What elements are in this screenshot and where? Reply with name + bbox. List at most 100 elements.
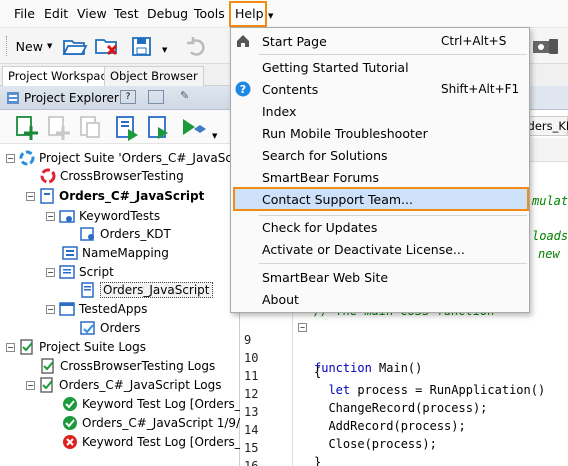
crossbrowser-icon	[40, 168, 56, 184]
tree-label: Orders_C#_JavaScript	[59, 189, 205, 203]
project-explorer-panel: Project Explorer ? ✎ ▼ − Project Suite '…	[0, 86, 271, 466]
toolbar-grip	[6, 36, 9, 56]
menu-item-about[interactable]: About	[231, 288, 529, 310]
window-icon[interactable]	[148, 90, 164, 104]
run-item-icon[interactable]	[146, 115, 172, 141]
tree-node-orders[interactable]: Orders	[80, 318, 140, 338]
fold-icon[interactable]: −	[298, 323, 307, 332]
menu-item-start-page[interactable]: Start Page Ctrl+Alt+S	[231, 30, 529, 52]
collapse-icon[interactable]: −	[6, 153, 15, 163]
add-project-icon[interactable]	[14, 115, 40, 141]
project-explorer-toolbar: ▼	[0, 110, 240, 144]
tree-node-testedapps[interactable]: − TestedApps	[46, 299, 147, 319]
tree-label: NameMapping	[82, 246, 169, 260]
menu-item-label: Run Mobile Troubleshooter	[262, 125, 428, 141]
chevron-down-icon: ▼	[268, 12, 274, 20]
menu-item-forums[interactable]: SmartBear Forums	[231, 166, 529, 188]
tree-node-keywordtests[interactable]: − KeywordTests	[46, 206, 160, 226]
collapse-icon[interactable]: −	[6, 342, 15, 352]
tree-node-crossbrowsertesting[interactable]: CrossBrowserTesting	[40, 166, 184, 186]
svg-text:?: ?	[240, 83, 246, 96]
name-mapping-icon	[62, 246, 78, 260]
menu-item-label: Index	[262, 103, 297, 119]
tree-node-log-1[interactable]: Keyword Test Log [Orders_KDT]	[62, 394, 270, 414]
tree-node-log-3[interactable]: Keyword Test Log [Orders_KDT]	[62, 432, 270, 452]
error-log-icon	[63, 435, 77, 449]
menu-item-label: Activate or Deactivate License...	[262, 241, 465, 257]
tree-node-orders-kdt[interactable]: Orders_KDT	[80, 224, 171, 244]
tree-node-project-logs[interactable]: − Orders_C#_JavaScript Logs	[26, 375, 221, 395]
tab-project-workspace[interactable]: Project Workspace	[2, 66, 120, 86]
menu-item-contact-support[interactable]: Contact Support Team...	[231, 188, 529, 210]
comment-fragment: loads	[532, 229, 568, 243]
menu-item-mobile-troubleshooter[interactable]: Run Mobile Troubleshooter	[231, 122, 529, 144]
chevron-down-icon: ▼	[46, 42, 53, 50]
code-line: 12 ChangeRecord(process);	[240, 373, 568, 415]
tree-node-project[interactable]: − Orders_C#_JavaScript	[26, 186, 204, 206]
menu-tools[interactable]: Tools	[194, 6, 225, 21]
devices-icon	[533, 39, 558, 54]
undo-icon	[187, 37, 205, 56]
keyword-tests-icon	[59, 210, 75, 223]
tree-node-namemapping[interactable]: NameMapping	[62, 243, 169, 263]
save-button[interactable]	[128, 34, 156, 58]
run-project-icon[interactable]	[114, 115, 140, 141]
run-selected-icon[interactable]	[180, 115, 206, 141]
collapse-icon[interactable]: −	[46, 267, 55, 277]
menu-separator	[259, 263, 527, 264]
pin-icon[interactable]: ✎	[180, 89, 189, 102]
help-circle-icon: ?	[235, 81, 251, 97]
project-explorer-header: Project Explorer ? ✎	[0, 86, 240, 110]
log-icon	[41, 358, 54, 374]
code-line: 16	[240, 445, 568, 466]
menu-item-label: SmartBear Web Site	[262, 269, 389, 285]
menu-file[interactable]: File	[14, 6, 35, 21]
devices-button[interactable]	[528, 34, 562, 58]
close-project-button[interactable]	[92, 34, 122, 58]
home-icon	[237, 35, 249, 47]
tree-node-project-suite[interactable]: − Project Suite 'Orders_C#_JavaScript' (	[6, 148, 264, 168]
menu-item-contents[interactable]: ? Contents Shift+Alt+F1	[231, 78, 529, 100]
menu-test[interactable]: Test	[114, 6, 139, 21]
code-line: 9 − function Main()	[240, 319, 568, 375]
tree-node-script[interactable]: − Script	[46, 262, 114, 282]
undo-button[interactable]	[184, 34, 208, 58]
collapse-icon[interactable]: −	[26, 380, 35, 390]
menu-item-website[interactable]: SmartBear Web Site	[231, 266, 529, 288]
workspace-tabs: Project Workspace Object Browser	[0, 64, 240, 86]
help-menu-dropdown: Start Page Ctrl+Alt+S Getting Started Tu…	[230, 27, 530, 313]
menu-item-check-updates[interactable]: Check for Updates	[231, 216, 529, 238]
collapse-icon[interactable]: −	[26, 191, 35, 201]
menu-help[interactable]: Help	[235, 6, 264, 21]
chevron-down-icon: ▼	[212, 132, 218, 140]
collapse-icon[interactable]: −	[46, 211, 55, 221]
menu-item-getting-started[interactable]: Getting Started Tutorial	[231, 56, 529, 78]
folder-close-icon	[95, 39, 118, 56]
menu-item-search-solutions[interactable]: Search for Solutions	[231, 144, 529, 166]
code-line: 13 AddRecord(process);	[240, 391, 568, 433]
tree-label: Orders_JavaScript	[100, 282, 213, 298]
menu-debug[interactable]: Debug	[147, 6, 188, 21]
help-icon[interactable]: ?	[120, 90, 136, 104]
code-line: 10 {	[240, 337, 568, 379]
tree-node-project-suite-logs[interactable]: − Project Suite Logs	[6, 337, 146, 357]
open-folder-button[interactable]	[60, 34, 90, 58]
existing-item-icon[interactable]	[78, 115, 104, 141]
menu-view[interactable]: View	[77, 6, 107, 21]
panel-title: Project Explorer	[24, 91, 119, 105]
menu-edit[interactable]: Edit	[44, 6, 68, 21]
menu-separator	[259, 54, 527, 55]
collapse-icon[interactable]: −	[46, 304, 55, 314]
add-item-icon[interactable]	[46, 115, 72, 141]
menu-item-license[interactable]: Activate or Deactivate License...	[231, 238, 529, 260]
tree-node-crossbrowser-logs[interactable]: CrossBrowserTesting Logs	[40, 356, 215, 376]
code-line: 15 }	[240, 427, 568, 466]
menu-item-label: Contents	[262, 81, 319, 97]
new-button[interactable]: New ▼	[12, 34, 56, 58]
tab-object-browser[interactable]: Object Browser	[104, 66, 204, 86]
tree-node-orders-javascript[interactable]: Orders_JavaScript	[80, 280, 213, 300]
menu-item-index[interactable]: Index	[231, 100, 529, 122]
line-number: 16	[244, 459, 259, 466]
project-icon	[40, 188, 54, 204]
code-line: 11 let process = RunApplication()	[240, 355, 568, 397]
